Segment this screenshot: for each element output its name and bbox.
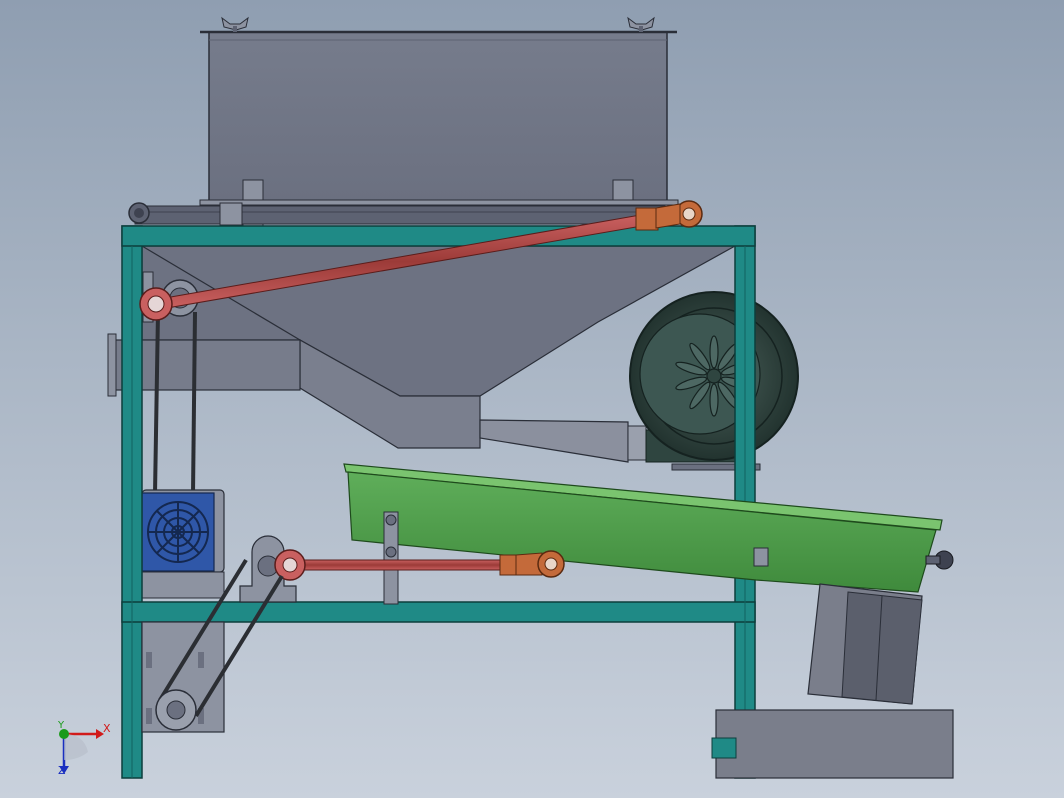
axis-z-label: Z xyxy=(58,764,66,777)
wing-nut-left xyxy=(221,16,249,32)
vibrating-screen xyxy=(343,463,954,593)
drive-motor xyxy=(141,489,225,599)
axis-y-label: Y xyxy=(58,720,65,731)
collection-bin xyxy=(807,583,923,705)
motor-icon xyxy=(147,501,209,563)
hopper xyxy=(200,16,677,227)
machine-drawing xyxy=(59,16,954,779)
axis-x-label: X xyxy=(103,722,111,735)
lower-trough xyxy=(711,709,954,779)
blower-fan xyxy=(629,291,799,471)
lower-connecting-rod xyxy=(274,549,565,581)
cad-viewport[interactable]: X Y Z xyxy=(0,0,1064,798)
wing-nut-right xyxy=(627,16,655,32)
hopper-rail xyxy=(128,199,679,226)
knob-icon xyxy=(925,550,954,570)
screen-support-post xyxy=(383,511,399,605)
